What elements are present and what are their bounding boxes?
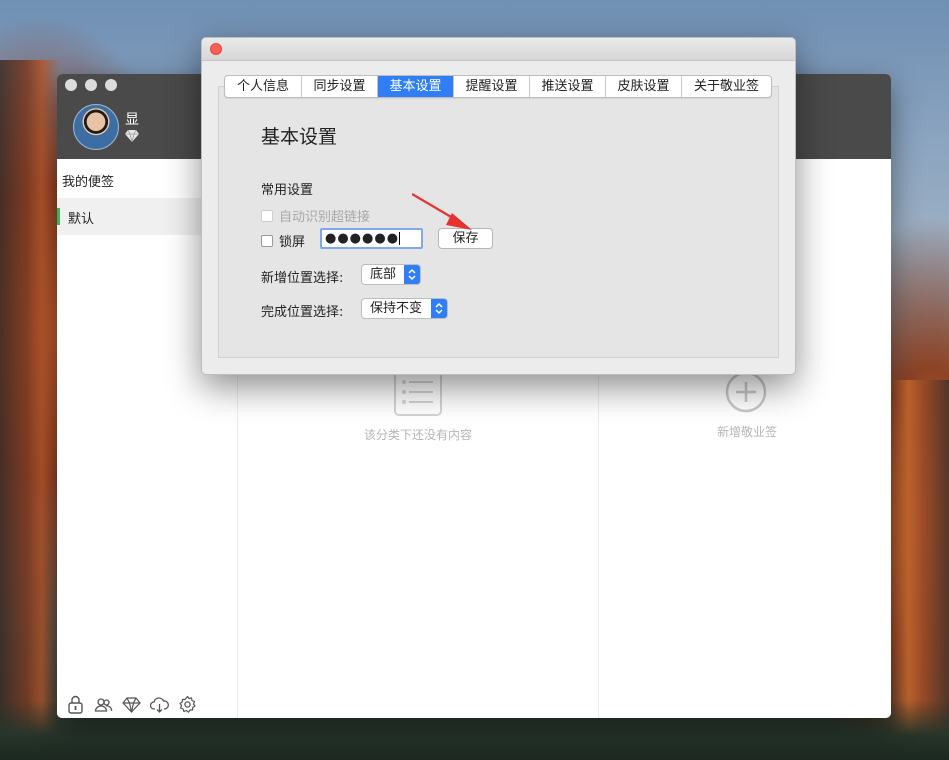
user-name: 显 xyxy=(125,112,139,128)
done-position-label: 完成位置选择: xyxy=(261,305,344,320)
text-caret xyxy=(399,232,401,245)
chevron-up-down-icon xyxy=(404,265,420,284)
selected-marker xyxy=(57,208,60,225)
window-zoom-button[interactable] xyxy=(105,79,117,91)
bottom-toolbar xyxy=(66,695,197,714)
add-note-label[interactable]: 新增敬业签 xyxy=(707,423,787,440)
lock-screen-label: 锁屏 xyxy=(279,235,306,250)
wallpaper-cliff-left xyxy=(0,60,60,760)
tab-push-settings[interactable]: 推送设置 xyxy=(530,76,606,97)
diamond-badge-icon xyxy=(125,130,139,142)
settings-dialog: 个人信息 同步设置 基本设置 提醒设置 推送设置 皮肤设置 关于敬业签 基本设置… xyxy=(201,37,796,375)
lock-screen-option[interactable]: 锁屏 xyxy=(261,231,305,250)
annotation-arrow xyxy=(412,193,472,230)
tab-skin-settings[interactable]: 皮肤设置 xyxy=(606,76,682,97)
auto-link-option: 自动识别超链接 xyxy=(261,206,370,225)
page-title: 基本设置 xyxy=(261,126,338,148)
tab-basic-settings[interactable]: 基本设置 xyxy=(378,76,454,97)
auto-link-checkbox xyxy=(261,209,273,222)
tab-personal-info[interactable]: 个人信息 xyxy=(225,76,302,97)
lock-screen-checkbox[interactable] xyxy=(261,234,273,247)
tab-reminder-settings[interactable]: 提醒设置 xyxy=(454,76,530,97)
chevron-up-down-icon xyxy=(431,299,447,318)
avatar[interactable] xyxy=(73,104,119,150)
sidebar-item-label: 默认 xyxy=(68,212,95,227)
gear-icon[interactable] xyxy=(178,695,197,714)
password-value: ●●●●●● xyxy=(325,231,400,246)
window-close-button[interactable] xyxy=(65,79,77,91)
empty-state-text: 该分类下还没有内容 xyxy=(363,428,472,442)
empty-list-icon xyxy=(394,370,442,416)
done-position-value: 保持不变 xyxy=(370,301,423,316)
window-minimize-button[interactable] xyxy=(85,79,97,91)
dialog-titlebar xyxy=(202,38,795,61)
dialog-close-button[interactable] xyxy=(210,43,222,55)
diamond-icon[interactable] xyxy=(122,695,141,714)
add-position-value: 底部 xyxy=(370,267,397,282)
tab-about[interactable]: 关于敬业签 xyxy=(682,76,771,97)
section-title: 常用设置 xyxy=(261,183,314,198)
add-position-select[interactable]: 底部 xyxy=(361,264,421,285)
save-button[interactable]: 保存 xyxy=(438,228,493,249)
add-position-label: 新增位置选择: xyxy=(261,271,344,286)
cloud-download-icon[interactable] xyxy=(149,695,169,714)
lock-icon[interactable] xyxy=(66,695,85,714)
tab-sync-settings[interactable]: 同步设置 xyxy=(302,76,378,97)
add-circle-icon[interactable] xyxy=(725,371,767,413)
auto-link-label: 自动识别超链接 xyxy=(279,210,371,225)
sidebar-title: 我的便签 xyxy=(62,175,115,190)
users-icon[interactable] xyxy=(94,695,113,714)
done-position-select[interactable]: 保持不变 xyxy=(361,298,448,319)
settings-tabs: 个人信息 同步设置 基本设置 提醒设置 推送设置 皮肤设置 关于敬业签 xyxy=(224,75,772,98)
password-field[interactable]: ●●●●●● xyxy=(320,228,423,249)
